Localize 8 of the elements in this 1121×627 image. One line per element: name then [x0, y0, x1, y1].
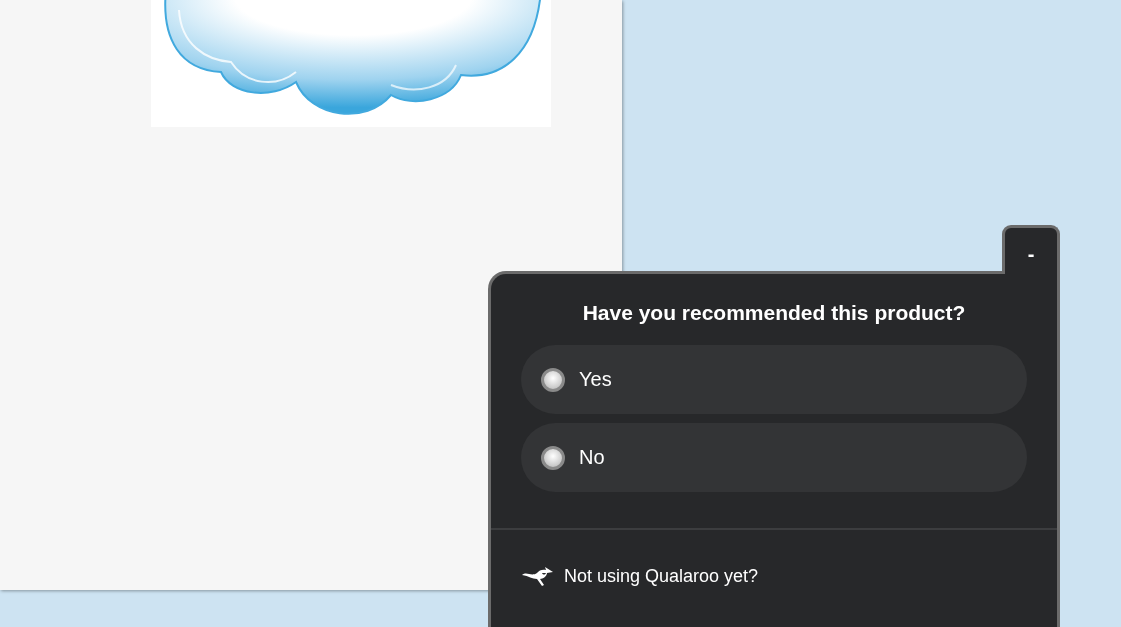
radio-button[interactable] [541, 445, 565, 470]
survey-question: Have you recommended this product? [581, 300, 967, 326]
answer-option[interactable]: Yes [521, 345, 1027, 414]
minimize-button[interactable]: - [1021, 242, 1041, 266]
qualaroo-link[interactable]: Not using Qualaroo yet? [564, 566, 759, 587]
radio-button[interactable] [541, 367, 565, 392]
answer-option[interactable]: No [521, 423, 1027, 492]
kangaroo-icon [521, 566, 554, 587]
